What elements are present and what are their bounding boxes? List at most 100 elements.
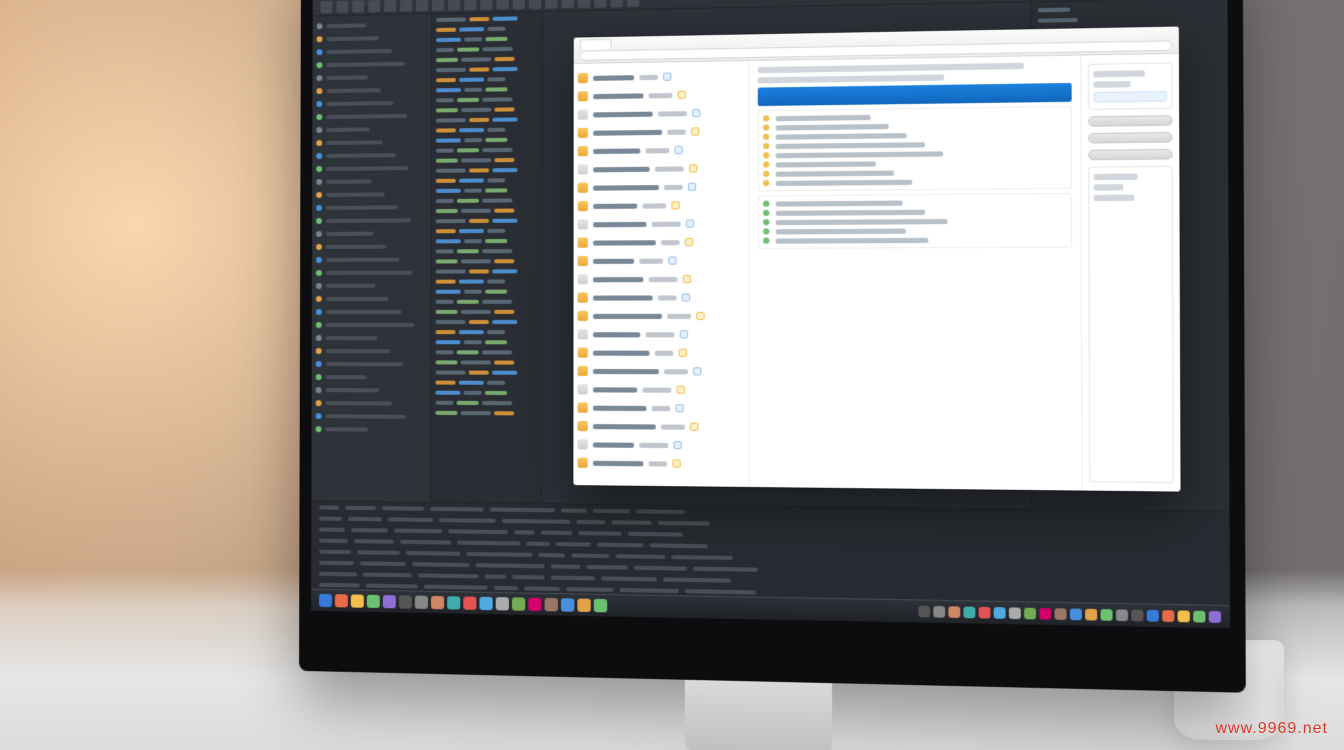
list-item[interactable] (578, 289, 745, 306)
tree-item[interactable] (316, 358, 427, 369)
side-button[interactable] (1088, 132, 1173, 143)
tree-item[interactable] (316, 371, 427, 382)
taskbar-app-icon[interactable] (594, 599, 607, 613)
ide-structure-panel[interactable] (431, 12, 543, 503)
taskbar-app-icon[interactable] (431, 596, 444, 609)
tree-item[interactable] (316, 175, 427, 187)
tray-icon[interactable] (979, 607, 991, 619)
tray-icon[interactable] (1070, 608, 1082, 620)
tray-icon[interactable] (994, 607, 1006, 619)
tree-item[interactable] (316, 410, 427, 422)
taskbar-app-icon[interactable] (561, 598, 574, 612)
toolbar-button[interactable] (497, 0, 509, 9)
side-panel[interactable] (1080, 54, 1180, 492)
taskbar-app-icon[interactable] (479, 597, 492, 610)
taskbar-app-icon[interactable] (447, 596, 460, 609)
toolbar-button[interactable] (464, 0, 476, 10)
content-row[interactable] (763, 121, 1066, 131)
content-row[interactable] (763, 177, 1066, 186)
tree-item[interactable] (316, 306, 427, 317)
taskbar-app-icon[interactable] (399, 595, 412, 608)
list-item[interactable] (578, 86, 744, 105)
tree-item[interactable] (317, 31, 427, 44)
list-item[interactable] (578, 215, 745, 232)
toolbar-button[interactable] (448, 0, 460, 10)
tray-icon[interactable] (1209, 611, 1221, 623)
toolbar-button[interactable] (513, 0, 525, 9)
list-item[interactable] (578, 197, 745, 215)
toolbar-button[interactable] (368, 0, 380, 12)
tray-icon[interactable] (918, 606, 930, 618)
content-row[interactable] (763, 168, 1066, 177)
taskbar-app-icon[interactable] (512, 597, 525, 610)
tray-icon[interactable] (1100, 609, 1112, 621)
tray-icon[interactable] (948, 606, 960, 618)
list-item[interactable] (578, 399, 745, 416)
ide-project-tree[interactable] (311, 14, 432, 502)
tree-item[interactable] (316, 136, 427, 148)
list-item[interactable] (578, 234, 745, 251)
list-item[interactable] (578, 418, 745, 436)
tree-item[interactable] (316, 423, 427, 435)
taskbar-app-icon[interactable] (496, 597, 509, 610)
tree-item[interactable] (316, 149, 427, 161)
highlight-banner[interactable] (758, 83, 1072, 106)
taskbar-app-icon[interactable] (528, 598, 541, 611)
tree-item[interactable] (316, 97, 427, 110)
toolbar-button[interactable] (352, 0, 364, 12)
tray-icon[interactable] (963, 607, 975, 619)
tree-item[interactable] (316, 83, 427, 96)
list-item[interactable] (578, 326, 745, 343)
toolbar-button[interactable] (529, 0, 541, 9)
tree-item[interactable] (316, 319, 427, 330)
taskbar-app-icon[interactable] (545, 598, 558, 612)
content-row[interactable] (763, 149, 1066, 158)
list-item[interactable] (578, 160, 745, 178)
list-item[interactable] (578, 104, 744, 123)
content-row[interactable] (763, 198, 1066, 206)
tray-icon[interactable] (1055, 608, 1067, 620)
tree-item[interactable] (317, 18, 427, 31)
toolbar-button[interactable] (432, 0, 444, 11)
toolbar-button[interactable] (611, 0, 623, 7)
list-item[interactable] (577, 436, 744, 454)
tree-item[interactable] (317, 44, 427, 57)
tree-item[interactable] (316, 227, 427, 239)
tree-item[interactable] (316, 162, 427, 174)
tray-icon[interactable] (1131, 610, 1143, 622)
tree-item[interactable] (316, 188, 427, 200)
list-item[interactable] (578, 141, 744, 159)
taskbar-app-icon[interactable] (351, 594, 364, 607)
toolbar-button[interactable] (416, 0, 428, 11)
tree-item[interactable] (316, 267, 427, 278)
tree-item[interactable] (316, 110, 427, 122)
side-button[interactable] (1088, 115, 1173, 127)
toolbar-button[interactable] (336, 0, 348, 12)
content-row[interactable] (763, 158, 1066, 167)
taskbar-app-icon[interactable] (463, 596, 476, 609)
tree-item[interactable] (316, 201, 427, 213)
toolbar-button[interactable] (480, 0, 492, 10)
tree-item[interactable] (316, 253, 427, 264)
toolbar-button[interactable] (578, 0, 590, 8)
content-row[interactable] (763, 208, 1066, 216)
content-row[interactable] (763, 236, 1067, 244)
taskbar-app-icon[interactable] (415, 596, 428, 609)
list-item[interactable] (578, 363, 745, 380)
tree-item[interactable] (316, 293, 427, 304)
list-item[interactable] (578, 67, 744, 86)
tree-item[interactable] (316, 214, 427, 226)
tree-item[interactable] (316, 70, 426, 83)
tray-icon[interactable] (1162, 610, 1174, 622)
tree-item[interactable] (316, 332, 427, 343)
content-row[interactable] (763, 217, 1066, 225)
tree-item[interactable] (316, 240, 427, 252)
list-item[interactable] (578, 344, 745, 361)
taskbar-app-icon[interactable] (577, 599, 590, 613)
toolbar-button[interactable] (400, 0, 412, 11)
list-item[interactable] (578, 381, 745, 398)
tray-icon[interactable] (1178, 610, 1190, 622)
side-button[interactable] (1088, 149, 1173, 160)
content-row[interactable] (763, 140, 1066, 150)
tree-item[interactable] (316, 397, 427, 409)
